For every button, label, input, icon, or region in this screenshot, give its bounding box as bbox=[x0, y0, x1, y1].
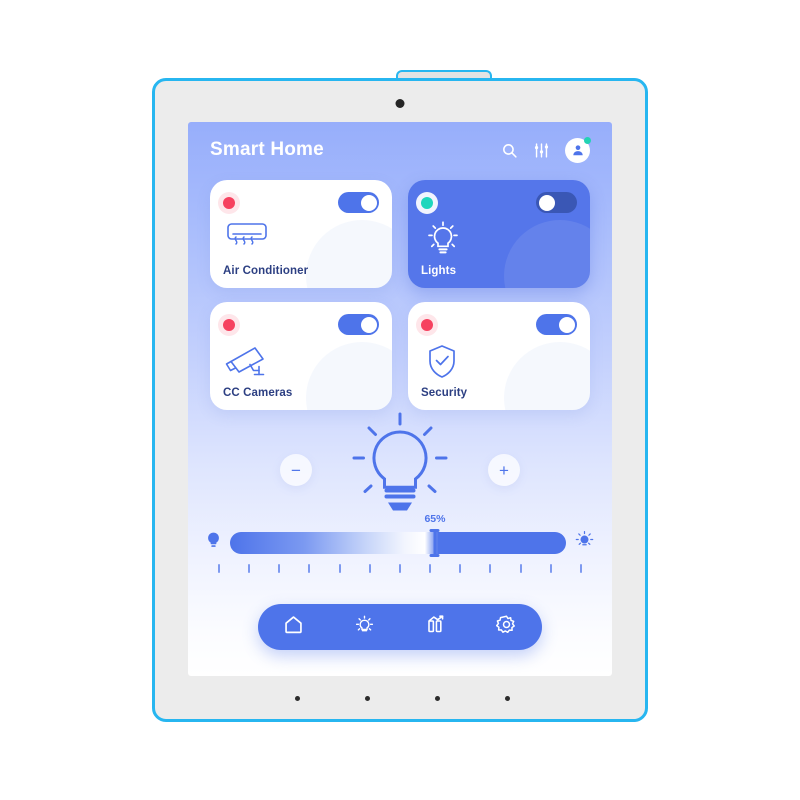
card-label: Air Conditioner bbox=[223, 265, 309, 277]
brightness-increase-button[interactable]: + bbox=[488, 454, 520, 486]
power-toggle[interactable] bbox=[338, 192, 379, 213]
tick bbox=[398, 564, 401, 573]
power-toggle[interactable] bbox=[338, 314, 379, 335]
nav-home[interactable] bbox=[275, 608, 313, 646]
avatar[interactable] bbox=[565, 136, 591, 163]
tick bbox=[519, 564, 522, 573]
dim-bulb-icon bbox=[206, 531, 221, 555]
device-card-grid: Air Conditioner Lights CC Cameras Securi… bbox=[210, 180, 590, 410]
brightness-decrease-button[interactable]: − bbox=[280, 454, 312, 486]
tick bbox=[308, 564, 311, 573]
status-dot bbox=[421, 318, 433, 331]
tick bbox=[459, 564, 462, 573]
tick bbox=[218, 564, 220, 573]
toggle-knob bbox=[360, 194, 377, 211]
speaker-dot bbox=[365, 696, 370, 701]
shield-check-icon bbox=[421, 342, 577, 382]
tick bbox=[489, 564, 492, 573]
slider-tick-marks bbox=[218, 564, 582, 573]
card-label: CC Cameras bbox=[223, 387, 293, 399]
device-card-security[interactable]: Security bbox=[408, 302, 590, 410]
light-bulb-icon bbox=[421, 220, 577, 260]
tablet-screen: Smart Home Air Conditioner Lights CC Cam… bbox=[188, 122, 612, 676]
device-card-cc-cameras[interactable]: CC Cameras bbox=[210, 302, 392, 410]
card-label: Lights bbox=[421, 265, 457, 277]
front-camera bbox=[395, 99, 405, 108]
tablet-device-frame: Smart Home Air Conditioner Lights CC Cam… bbox=[152, 78, 648, 722]
slider-handle[interactable] bbox=[429, 528, 440, 557]
brightness-slider[interactable]: 65% bbox=[230, 513, 566, 557]
bulb-icon bbox=[354, 614, 375, 640]
power-toggle[interactable] bbox=[536, 314, 577, 335]
tick bbox=[368, 564, 371, 573]
card-top-row bbox=[421, 314, 577, 335]
nav-lights[interactable] bbox=[346, 608, 384, 646]
tick bbox=[579, 564, 582, 573]
slider-row: 65% bbox=[206, 513, 594, 557]
header-actions bbox=[501, 136, 591, 163]
cctv-camera-icon bbox=[223, 342, 379, 382]
nav-stats[interactable] bbox=[417, 608, 455, 646]
home-icon bbox=[283, 614, 304, 640]
tick bbox=[278, 564, 281, 573]
card-top-row bbox=[223, 192, 379, 213]
status-dot bbox=[421, 196, 433, 209]
tick bbox=[549, 564, 552, 573]
filter-sliders-icon[interactable] bbox=[533, 142, 550, 159]
tick bbox=[248, 564, 251, 573]
air-conditioner-icon bbox=[223, 220, 379, 260]
status-dot bbox=[223, 196, 235, 209]
toggle-knob bbox=[538, 194, 555, 211]
notification-badge bbox=[584, 136, 591, 144]
bright-bulb-icon bbox=[575, 530, 594, 555]
card-top-row bbox=[421, 192, 577, 213]
page-title: Smart Home bbox=[210, 139, 324, 160]
bulb-control-panel: − + bbox=[188, 410, 612, 530]
device-card-lights[interactable]: Lights bbox=[408, 180, 590, 288]
speaker-dot bbox=[295, 696, 300, 701]
power-toggle[interactable] bbox=[536, 192, 577, 213]
bottom-navigation-bar bbox=[258, 604, 542, 650]
bar-chart-icon bbox=[425, 614, 447, 640]
slider-track bbox=[230, 531, 566, 554]
tick bbox=[429, 564, 432, 573]
search-icon[interactable] bbox=[501, 142, 518, 159]
slider-value-label: 65% bbox=[424, 512, 446, 525]
app-header: Smart Home bbox=[188, 122, 612, 178]
brightness-slider-section: 65% bbox=[188, 513, 612, 573]
card-top-row bbox=[223, 314, 379, 335]
device-card-air-conditioner[interactable]: Air Conditioner bbox=[210, 180, 392, 288]
toggle-knob bbox=[558, 316, 575, 333]
toggle-knob bbox=[360, 316, 377, 333]
speaker-dot bbox=[435, 696, 440, 701]
speaker-dot bbox=[505, 696, 510, 701]
gear-icon bbox=[495, 614, 517, 640]
card-label: Security bbox=[421, 387, 468, 399]
nav-settings[interactable] bbox=[488, 608, 526, 646]
tick bbox=[338, 564, 341, 573]
status-dot bbox=[223, 318, 235, 331]
